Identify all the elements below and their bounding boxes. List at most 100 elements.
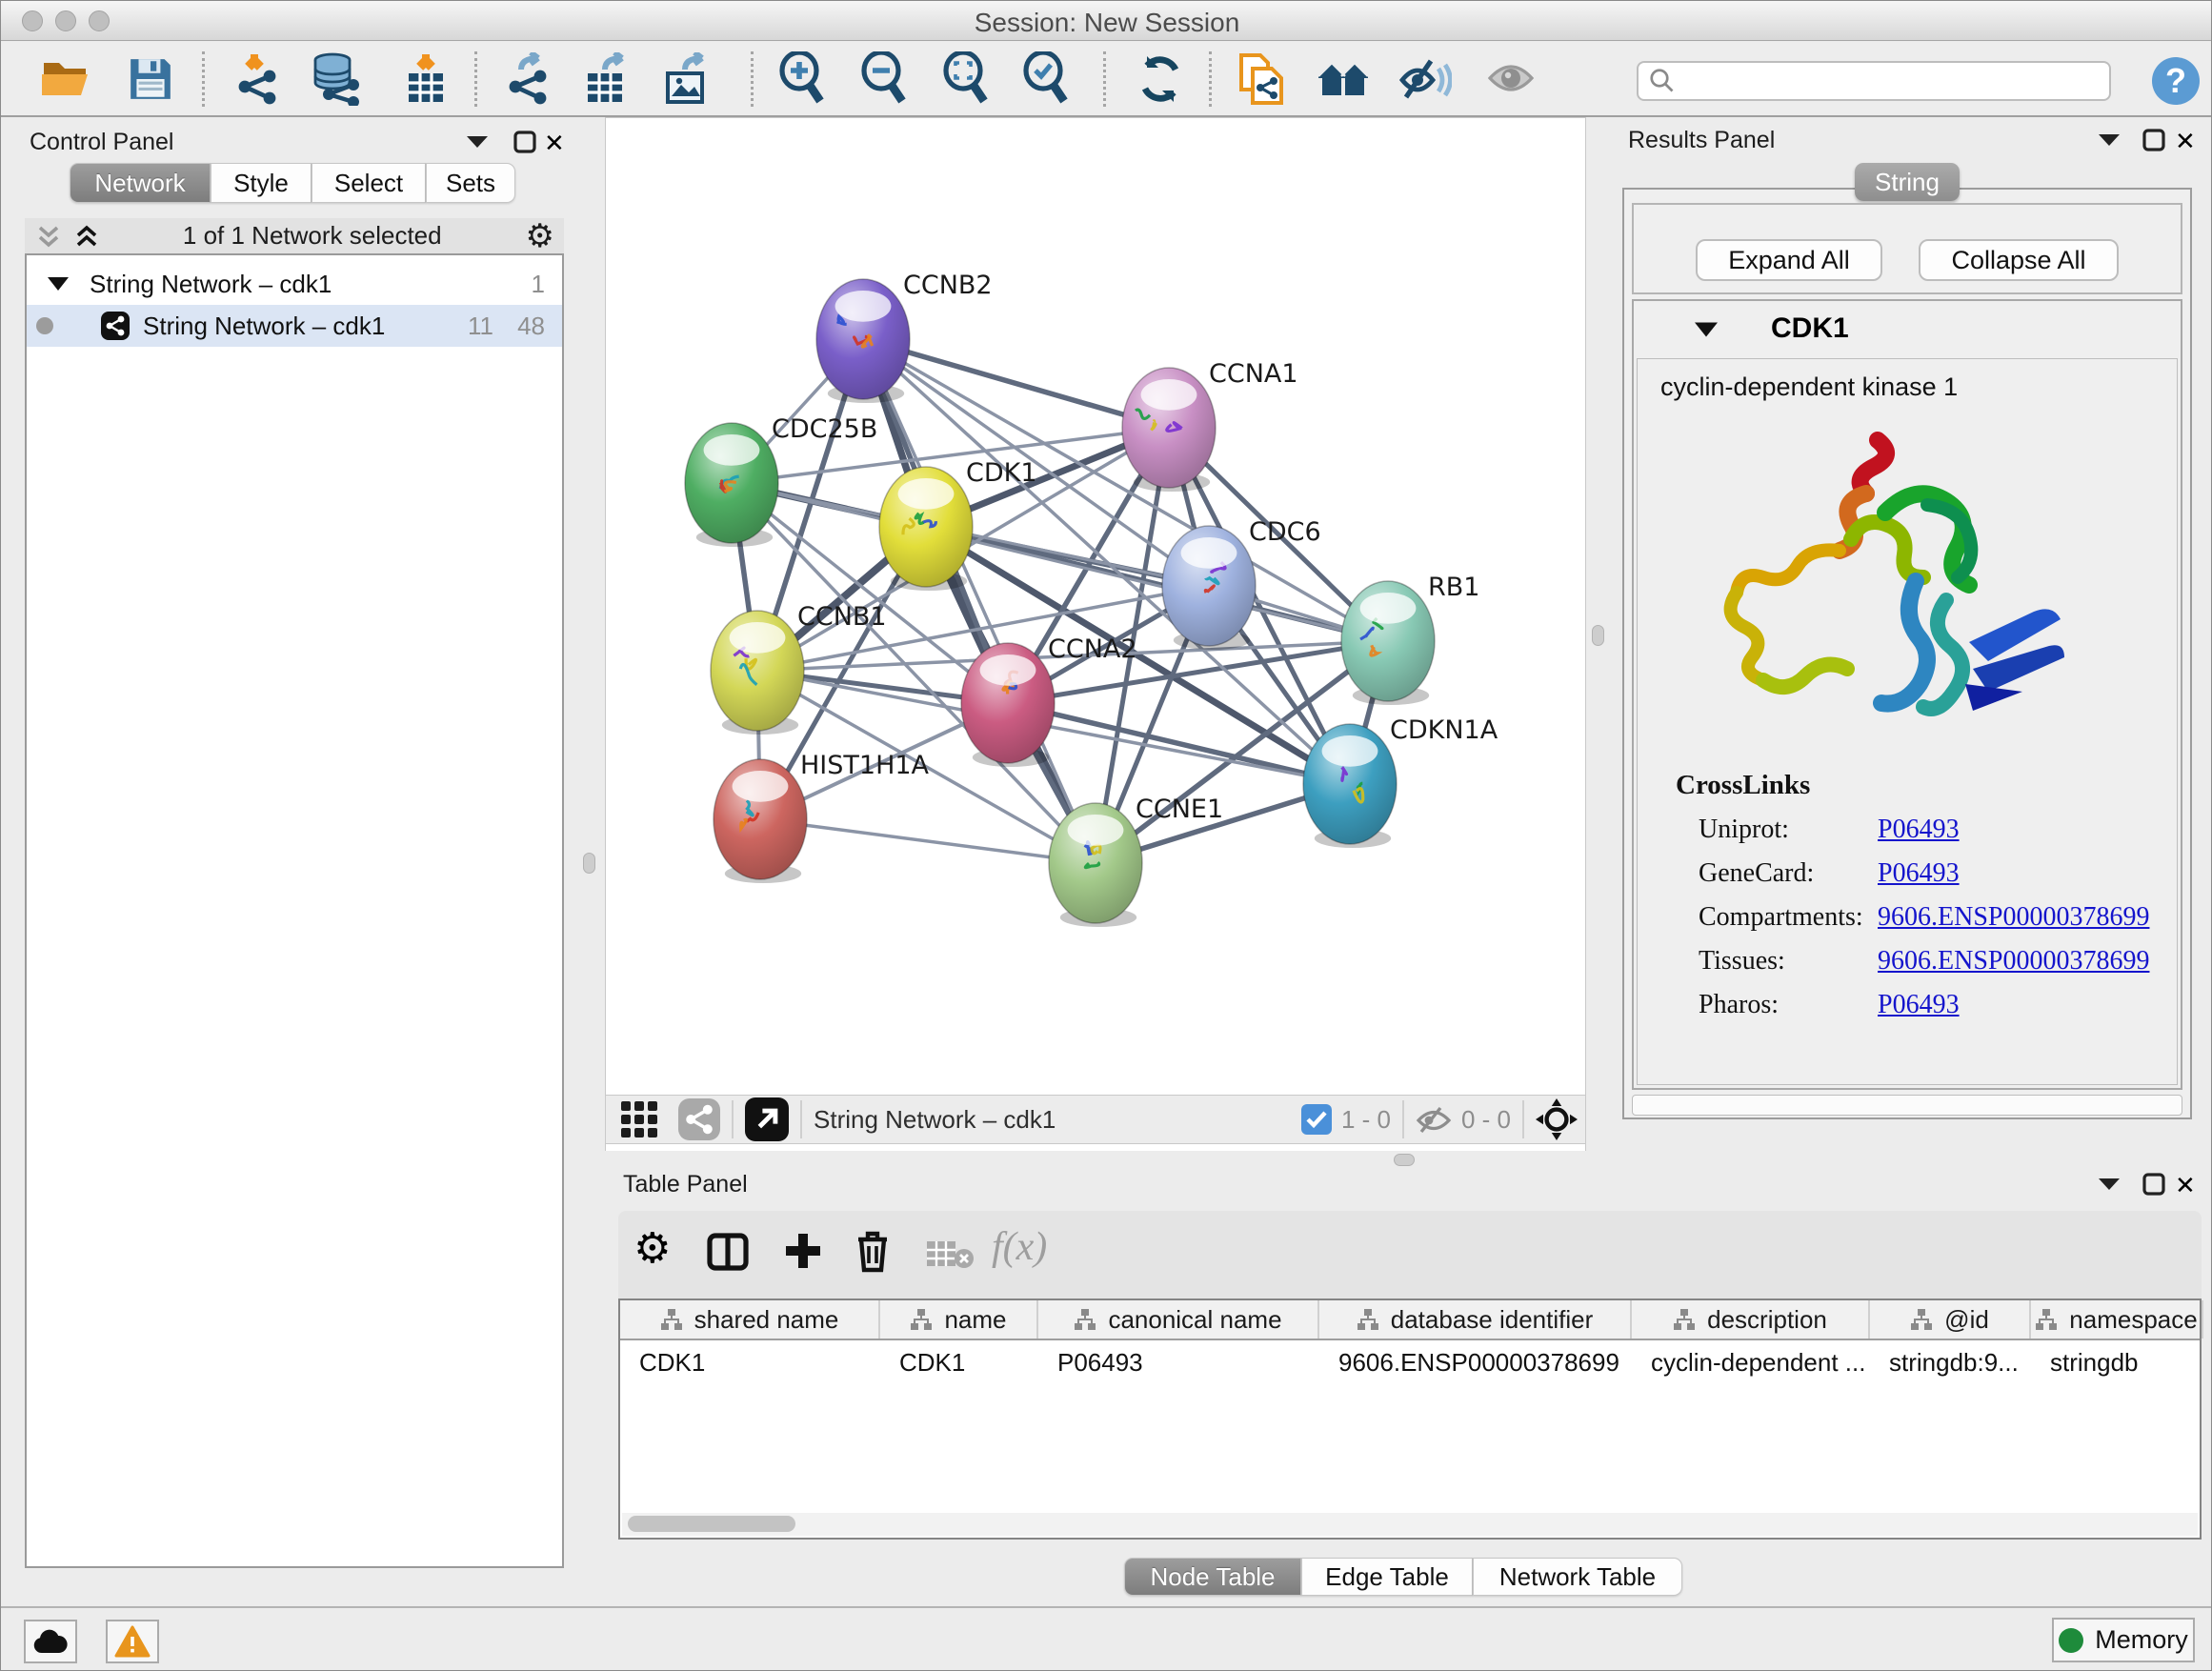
network-row[interactable]: String Network – cdk1 11 48 (27, 305, 562, 347)
scrollbar-thumb[interactable] (628, 1516, 795, 1532)
fit-content-crosshair-icon[interactable] (1536, 1098, 1578, 1140)
import-network-database-button[interactable] (310, 50, 365, 109)
results-panel-float-icon[interactable] (2142, 129, 2165, 151)
network-canvas[interactable]: CCNB2CCNA1CDC25BCDK1CDC6RB1CCNB1CCNA2CDK… (605, 117, 1586, 1095)
show-columns-icon[interactable] (706, 1230, 750, 1274)
column-header-shared-name[interactable]: shared name (620, 1300, 880, 1339)
network-node-ccnb1[interactable]: CCNB1 (711, 602, 887, 735)
network-node-cdk1[interactable]: CDK1 (879, 458, 1037, 591)
table-cell[interactable]: stringdb:9... (1870, 1342, 2031, 1382)
refresh-view-button[interactable] (1133, 50, 1188, 109)
search-input[interactable] (1677, 67, 2086, 95)
hidden-eye-icon[interactable] (1416, 1105, 1452, 1134)
delete-column-trash-icon[interactable] (853, 1228, 893, 1274)
network-node-ccnb2[interactable]: CCNB2 (816, 271, 993, 403)
expand-all-button[interactable]: Expand All (1696, 239, 1882, 281)
results-tab-string[interactable]: String (1855, 163, 1960, 201)
zoom-selected-button[interactable] (1018, 50, 1074, 109)
tab-edge-table[interactable]: Edge Table (1301, 1558, 1473, 1596)
network-edge[interactable] (760, 819, 1096, 863)
tab-network[interactable]: Network (70, 163, 211, 203)
help-button[interactable]: ? (2152, 57, 2200, 105)
column-header-canonical-name[interactable]: canonical name (1038, 1300, 1319, 1339)
network-node-cdc25b[interactable]: CDC25B (685, 414, 877, 547)
network-collection-row[interactable]: String Network – cdk1 1 (27, 263, 562, 305)
export-network-button[interactable] (500, 50, 555, 109)
crosslink-link[interactable]: P06493 (1878, 858, 1960, 889)
hide-selected-button[interactable] (1398, 50, 1453, 109)
table-panel-close-icon[interactable]: ✕ (2175, 1171, 2196, 1200)
network-graph[interactable]: CCNB2CCNA1CDC25BCDK1CDC6RB1CCNB1CCNA2CDK… (606, 118, 1587, 1096)
crosslink-link[interactable]: P06493 (1878, 815, 1960, 845)
export-image-button[interactable] (660, 50, 715, 109)
control-panel-close-icon[interactable]: ✕ (544, 129, 565, 158)
left-splitter-handle[interactable] (583, 853, 595, 874)
table-cell[interactable]: cyclin-dependent ... (1632, 1342, 1870, 1382)
table-panel-menu-icon[interactable] (2097, 1175, 2122, 1194)
table-panel-float-icon[interactable] (2142, 1173, 2165, 1196)
collection-expand-icon[interactable] (48, 275, 69, 292)
tab-select[interactable]: Select (312, 163, 426, 203)
save-session-button[interactable] (123, 50, 178, 109)
import-network-icon (231, 52, 283, 106)
export-table-button[interactable] (580, 50, 635, 109)
column-header-description[interactable]: description (1632, 1300, 1870, 1339)
zoom-in-button[interactable] (774, 50, 830, 109)
memory-button[interactable]: Memory (2052, 1618, 2195, 1662)
open-in-browser-button[interactable] (745, 1097, 789, 1141)
zoom-out-button[interactable] (856, 50, 912, 109)
show-all-button[interactable] (1483, 50, 1538, 109)
collapse-all-networks-icon[interactable] (36, 224, 61, 249)
control-panel-menu-icon[interactable] (465, 132, 490, 151)
results-panel-close-icon[interactable]: ✕ (2175, 127, 2196, 156)
network-edge[interactable] (863, 339, 1096, 863)
table-cell[interactable]: stringdb (2031, 1342, 2203, 1382)
column-header--id[interactable]: @id (1870, 1300, 2031, 1339)
network-node-ccna2[interactable]: CCNA2 (961, 634, 1137, 767)
column-header-database-identifier[interactable]: database identifier (1319, 1300, 1632, 1339)
warning-status-button[interactable] (106, 1620, 159, 1663)
tab-sets[interactable]: Sets (426, 163, 515, 203)
gene-collapse-icon[interactable] (1695, 320, 1718, 338)
import-network-file-button[interactable] (230, 50, 285, 109)
tab-style[interactable]: Style (211, 163, 312, 203)
network-options-gear-icon[interactable]: ⚙ (526, 217, 554, 255)
results-panel-menu-icon[interactable] (2097, 131, 2122, 150)
cloud-status-button[interactable] (24, 1620, 77, 1663)
network-node-ccne1[interactable]: CCNE1 (1049, 795, 1223, 927)
birdseye-view-icon[interactable] (619, 1099, 659, 1139)
horizontal-splitter-handle[interactable] (1394, 1154, 1415, 1166)
open-session-button[interactable] (39, 50, 94, 109)
crosslink-link[interactable]: 9606.ENSP00000378699 (1878, 902, 2149, 933)
column-header-name[interactable]: name (880, 1300, 1038, 1339)
table-cell[interactable]: 9606.ENSP00000378699 (1319, 1342, 1632, 1382)
crosslink-link[interactable]: 9606.ENSP00000378699 (1878, 946, 2149, 976)
import-table-file-button[interactable] (399, 50, 454, 109)
crosslink-link[interactable]: P06493 (1878, 990, 1960, 1020)
table-cell[interactable]: CDK1 (880, 1342, 1038, 1382)
add-column-icon[interactable] (782, 1230, 824, 1272)
table-cell[interactable]: CDK1 (620, 1342, 880, 1382)
control-panel-float-icon[interactable] (513, 131, 536, 153)
tab-network-table[interactable]: Network Table (1473, 1558, 1682, 1596)
network-node-cdkn1a[interactable]: CDKN1A (1303, 715, 1498, 848)
clone-network-button[interactable] (1234, 50, 1289, 109)
column-header-namespace[interactable]: namespace (2031, 1300, 2203, 1339)
network-node-rb1[interactable]: RB1 (1341, 573, 1479, 705)
table-settings-gear-icon[interactable]: ⚙ (633, 1224, 671, 1273)
network-node-hist1h1a[interactable]: HIST1H1A (714, 751, 930, 883)
first-neighbors-button[interactable] (1316, 50, 1371, 109)
zoom-fit-button[interactable] (938, 50, 994, 109)
table-row[interactable]: CDK1CDK1P064939606.ENSP00000378699cyclin… (620, 1342, 2200, 1382)
expand-all-networks-icon[interactable] (74, 224, 99, 249)
network-node-ccna1[interactable]: CCNA1 (1122, 359, 1298, 492)
column-type-icon (1074, 1308, 1096, 1331)
selected-checkbox-icon[interactable] (1301, 1104, 1332, 1135)
right-splitter-handle[interactable] (1592, 625, 1604, 646)
string-network-badge-icon[interactable] (678, 1098, 720, 1140)
table-horizontal-scrollbar[interactable] (622, 1513, 2198, 1536)
tab-node-table[interactable]: Node Table (1124, 1558, 1301, 1596)
gene-section-header[interactable]: CDK1 (1634, 301, 2181, 356)
collapse-all-button[interactable]: Collapse All (1919, 239, 2119, 281)
table-cell[interactable]: P06493 (1038, 1342, 1319, 1382)
